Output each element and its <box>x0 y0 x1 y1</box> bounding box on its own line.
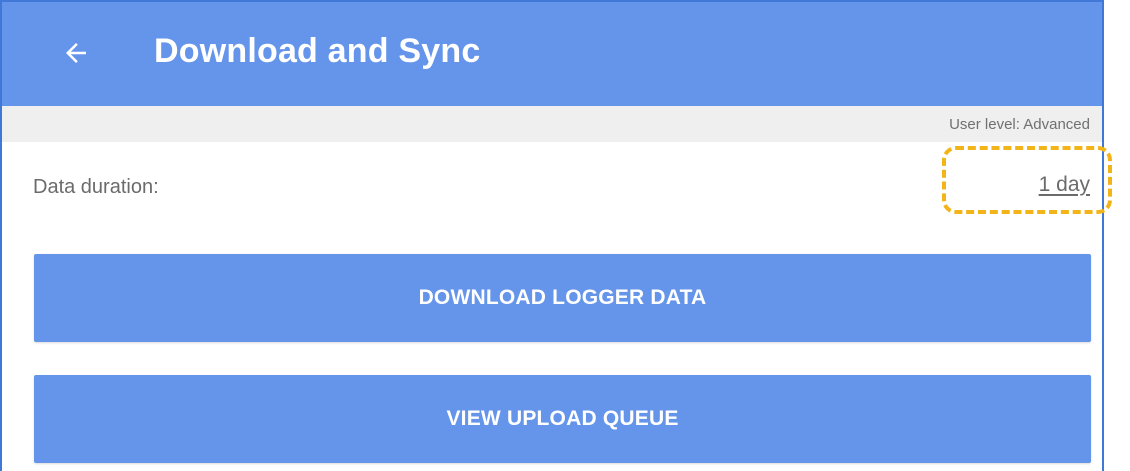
view-upload-queue-button[interactable]: VIEW UPLOAD QUEUE <box>34 375 1091 463</box>
app-bar: Download and Sync <box>2 2 1102 106</box>
data-duration-label: Data duration: <box>33 176 159 198</box>
data-duration-value-link[interactable]: 1 day <box>1039 173 1090 197</box>
user-level-strip: User level: Advanced <box>2 106 1102 142</box>
back-button[interactable] <box>46 30 106 76</box>
arrow-left-icon <box>66 43 86 63</box>
user-level-text: User level: Advanced <box>949 116 1090 133</box>
download-logger-data-button[interactable]: DOWNLOAD LOGGER DATA <box>34 254 1091 342</box>
app-screen: Download and Sync User level: Advanced D… <box>0 0 1104 471</box>
data-duration-row: Data duration: 1 day <box>2 142 1102 230</box>
page-title: Download and Sync <box>154 32 481 70</box>
